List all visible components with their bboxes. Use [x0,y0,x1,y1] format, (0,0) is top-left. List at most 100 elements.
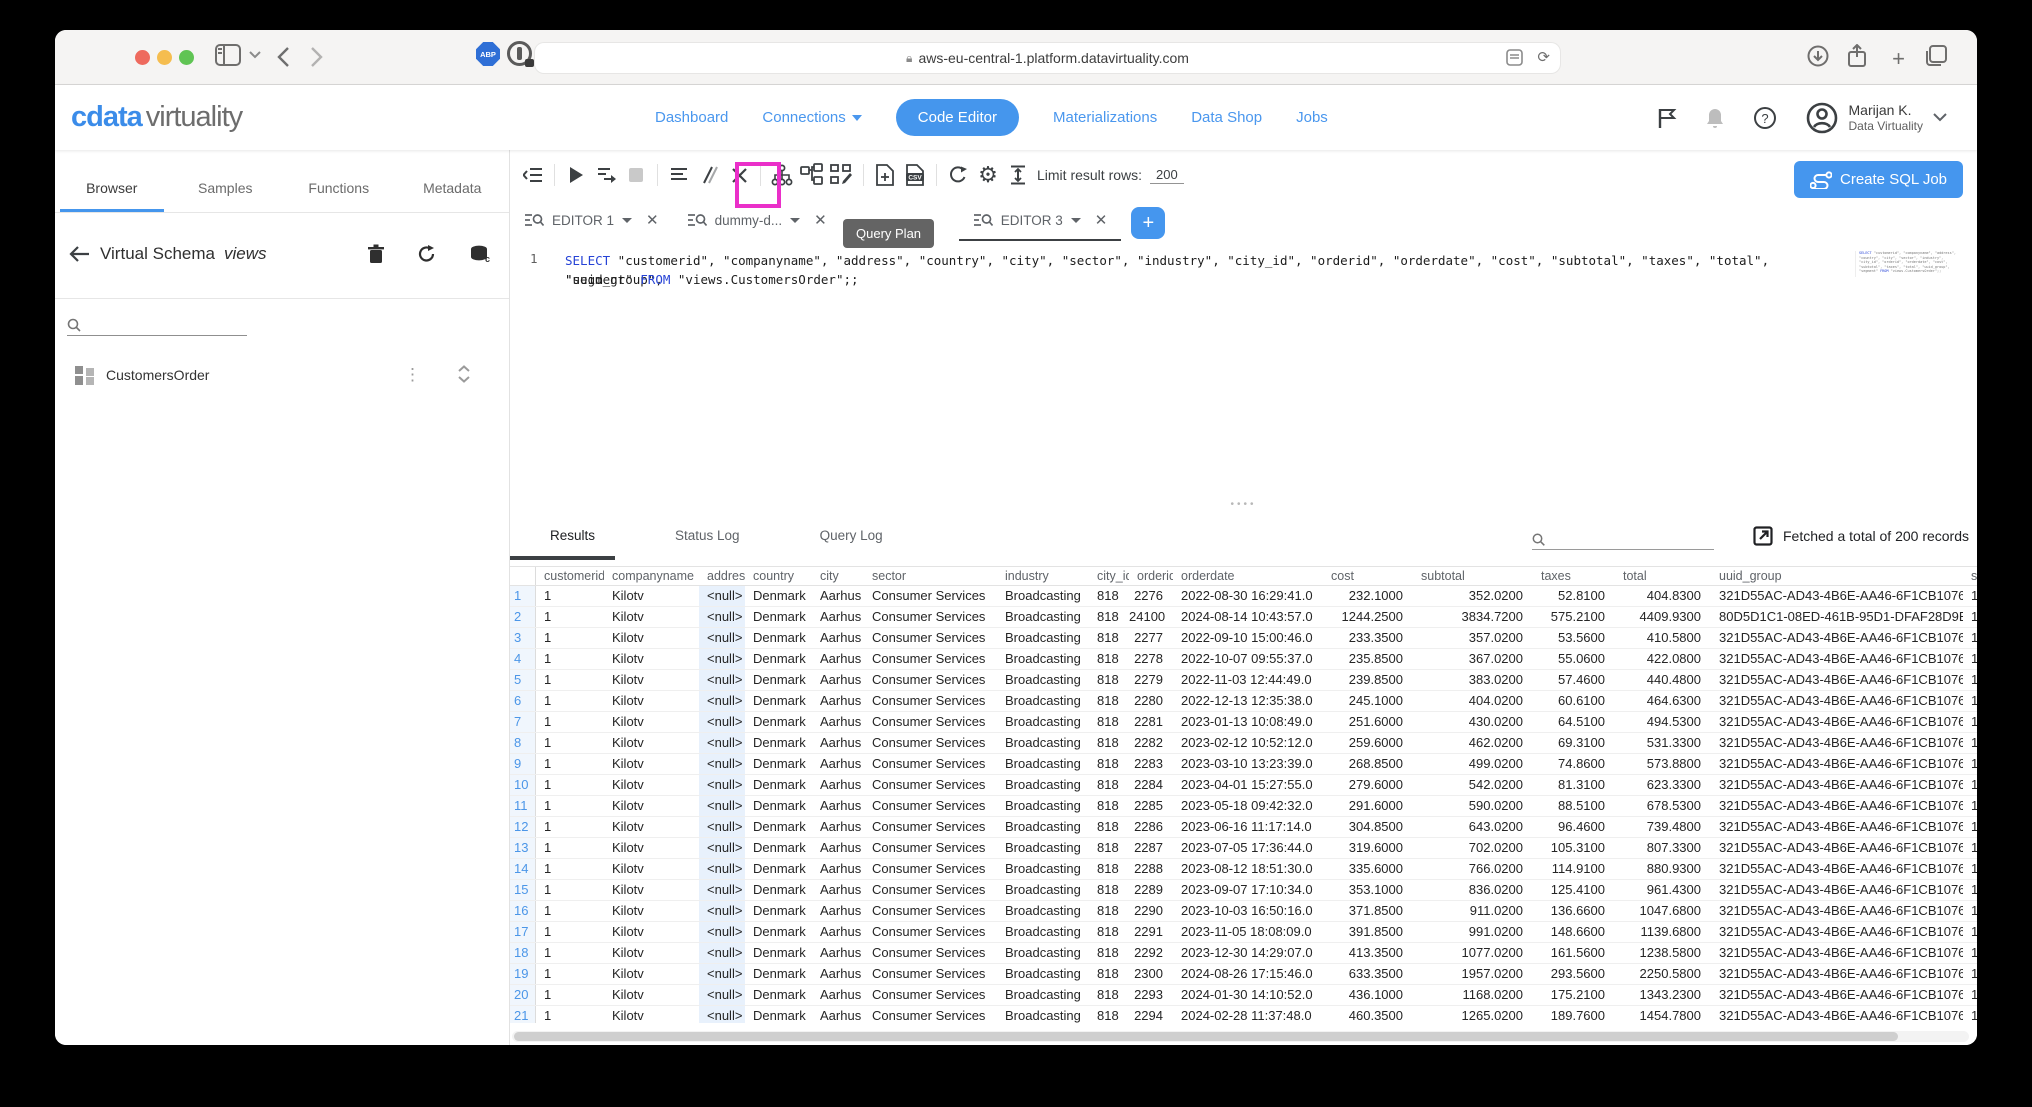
table-cell[interactable]: 10k [1963,754,1977,774]
table-cell[interactable]: Broadcasting [997,628,1089,648]
table-cell[interactable]: 1 [536,586,604,606]
table-cell[interactable]: 53.5600 [1533,628,1615,648]
table-cell[interactable]: 422.0800 [1615,649,1711,669]
table-cell[interactable]: 259.6000 [1323,733,1413,753]
nav-item-connections[interactable]: Connections [762,109,861,126]
table-cell[interactable]: Kilotv [604,586,699,606]
table-cell[interactable]: 991.0200 [1413,922,1533,942]
table-cell[interactable]: Aarhus [812,754,864,774]
table-cell[interactable]: 1 [536,817,604,837]
table-cell[interactable]: 60.6100 [1533,691,1615,711]
table-cell[interactable]: 235.8500 [1323,649,1413,669]
table-cell[interactable]: 818 [1089,880,1129,900]
table-cell[interactable]: Kilotv [604,922,699,942]
table-cell[interactable]: Broadcasting [997,985,1089,1005]
table-cell[interactable]: Kilotv [604,859,699,879]
table-cell[interactable]: 818 [1089,964,1129,984]
table-cell[interactable]: Broadcasting [997,691,1089,711]
table-cell[interactable]: <null> [699,838,745,858]
table-cell[interactable]: 818 [1089,922,1129,942]
table-cell[interactable]: 1 [536,733,604,753]
table-cell[interactable]: <null> [699,775,745,795]
table-cell[interactable]: 80D5D1C1-08ED-461B-95D1-DFAF28D9BD74 [1711,607,1963,627]
table-cell[interactable]: Aarhus [812,964,864,984]
table-cell[interactable]: 2023-01-13 10:08:49.0 [1173,712,1323,732]
table-cell[interactable]: Broadcasting [997,796,1089,816]
table-cell[interactable]: 961.4300 [1615,880,1711,900]
table-cell[interactable]: 10k [1963,1006,1977,1023]
table-cell[interactable]: 52.8100 [1533,586,1615,606]
item-expand-icon[interactable] [457,365,471,385]
run-selection-icon[interactable] [591,160,621,190]
table-cell[interactable]: Consumer Services [864,607,997,627]
table-cell[interactable]: 2022-12-13 12:35:38.0 [1173,691,1323,711]
table-cell[interactable]: 818 [1089,985,1129,1005]
table-cell[interactable]: 321D55AC-AD43-4B6E-AA46-6F1CB1076FC8 [1711,649,1963,669]
table-cell[interactable]: <null> [699,922,745,942]
table-cell[interactable]: 2022-11-03 12:44:49.0 [1173,670,1323,690]
row-number-cell[interactable]: 9 [510,754,536,774]
sidebar-tab-functions[interactable]: Functions [282,170,396,212]
table-cell[interactable]: 175.2100 [1533,985,1615,1005]
table-cell[interactable]: 2277 [1129,628,1173,648]
table-cell[interactable]: 321D55AC-AD43-4B6E-AA46-6F1CB1076FC8 [1711,964,1963,984]
row-number-cell[interactable]: 11 [510,796,536,816]
table-cell[interactable]: 404.0200 [1413,691,1533,711]
url-bar[interactable]: 🔒︎ aws-eu-central-1.platform.datavirtual… [535,43,1560,73]
row-number-cell[interactable]: 20 [510,985,536,1005]
flag-icon[interactable] [1657,107,1677,129]
table-cell[interactable]: 10k [1963,649,1977,669]
table-cell[interactable]: <null> [699,985,745,1005]
downloads-icon[interactable] [1807,45,1829,67]
table-cell[interactable]: 818 [1089,943,1129,963]
table-cell[interactable]: Denmark [745,754,812,774]
column-header-orderid[interactable]: orderid [1129,567,1173,585]
table-cell[interactable]: Consumer Services [864,670,997,690]
table-cell[interactable]: 818 [1089,628,1129,648]
table-cell[interactable]: 321D55AC-AD43-4B6E-AA46-6F1CB1076FC8 [1711,691,1963,711]
table-cell[interactable]: 542.0200 [1413,775,1533,795]
table-cell[interactable]: 404.8300 [1615,586,1711,606]
table-cell[interactable]: 319.6000 [1323,838,1413,858]
table-cell[interactable]: Denmark [745,964,812,984]
row-number-cell[interactable]: 4 [510,649,536,669]
panel-splitter-handle[interactable]: •••• [510,502,1977,510]
table-cell[interactable]: 1 [536,607,604,627]
table-cell[interactable]: Consumer Services [864,712,997,732]
table-cell[interactable]: 1 [536,754,604,774]
table-cell[interactable]: Broadcasting [997,880,1089,900]
column-header-uuid-group[interactable]: uuid_group [1711,567,1963,585]
table-cell[interactable]: 1 [536,775,604,795]
row-number-cell[interactable]: 1 [510,586,536,606]
minimize-window-button[interactable] [157,50,172,65]
adblock-extension-icon[interactable]: ABP [476,42,500,66]
table-cell[interactable]: 10k [1963,964,1977,984]
table-cell[interactable]: 10k [1963,733,1977,753]
table-cell[interactable]: 818 [1089,670,1129,690]
table-cell[interactable]: Aarhus [812,985,864,1005]
table-cell[interactable]: Denmark [745,628,812,648]
table-cell[interactable]: <null> [699,859,745,879]
table-cell[interactable]: 10k [1963,586,1977,606]
table-cell[interactable]: 335.6000 [1323,859,1413,879]
table-cell[interactable]: 2023-05-18 09:42:32.0 [1173,796,1323,816]
table-cell[interactable]: Aarhus [812,922,864,942]
table-cell[interactable]: Broadcasting [997,859,1089,879]
close-tab-icon[interactable]: ✕ [646,211,659,229]
table-cell[interactable]: 573.8800 [1615,754,1711,774]
table-cell[interactable]: 321D55AC-AD43-4B6E-AA46-6F1CB1076FC8 [1711,775,1963,795]
table-cell[interactable]: Denmark [745,943,812,963]
table-cell[interactable]: 10k [1963,712,1977,732]
table-cell[interactable]: 1 [536,943,604,963]
table-cell[interactable]: 353.1000 [1323,880,1413,900]
table-cell[interactable]: 10k [1963,796,1977,816]
column-header-orderdate[interactable]: orderdate [1173,567,1323,585]
table-cell[interactable]: 3834.7200 [1413,607,1533,627]
column-header-customerid[interactable]: customerid [536,567,604,585]
table-cell[interactable]: 702.0200 [1413,838,1533,858]
table-cell[interactable]: 1 [536,670,604,690]
column-header-segment[interactable]: segment [1963,567,1977,585]
table-cell[interactable]: 2023-12-30 14:29:07.0 [1173,943,1323,963]
table-cell[interactable]: 818 [1089,775,1129,795]
table-cell[interactable]: 10k [1963,691,1977,711]
